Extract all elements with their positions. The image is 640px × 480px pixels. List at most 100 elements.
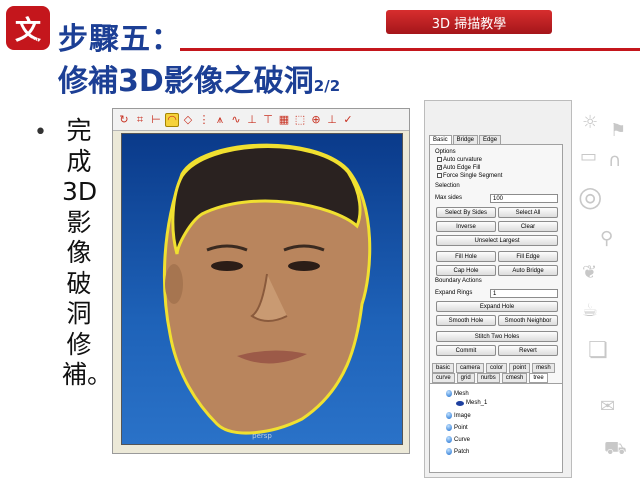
checkbox-auto-curvature[interactable]: Auto curvature	[437, 157, 482, 163]
vertical-text: 完 成 3D 影 像 破 洞 修 補。	[62, 116, 113, 391]
clear-button[interactable]: Clear	[498, 221, 558, 232]
shape-icon[interactable]: ◇	[181, 113, 195, 127]
revert-button[interactable]: Revert	[498, 345, 558, 356]
expand-hole-button[interactable]: Expand Hole	[436, 301, 558, 312]
cart-icon: ⛟	[604, 438, 627, 459]
tab-curve[interactable]: curve	[432, 373, 455, 383]
tree-item-image[interactable]: Image	[446, 412, 471, 419]
inverse-button[interactable]: Inverse	[436, 221, 496, 232]
char: 成	[66, 146, 92, 176]
max-sides-input[interactable]: 100	[490, 194, 558, 203]
hole-tool-panel: Basic Bridge Edge Options Auto curvature…	[424, 100, 572, 478]
sun-icon: ☼	[582, 112, 599, 133]
fill-hole-button[interactable]: Fill Hole	[436, 251, 496, 262]
options-label: Options	[435, 149, 456, 155]
path-icon[interactable]: ∿	[229, 113, 243, 127]
image-icon	[446, 412, 452, 419]
viewport-label: persp	[252, 432, 272, 440]
tab-nurbs[interactable]: nurbs	[476, 373, 500, 383]
char: 3D	[62, 177, 98, 206]
check-icon[interactable]: ✓	[341, 113, 355, 127]
cap-hole-button[interactable]: Cap Hole	[436, 265, 496, 276]
header-divider	[180, 48, 640, 51]
cup-icon: ☕	[582, 300, 599, 321]
smooth-hole-button[interactable]: Smooth Hole	[436, 315, 496, 326]
char: 破	[66, 268, 92, 298]
tree-item-mesh[interactable]: Mesh	[446, 390, 469, 397]
tree-item-curve[interactable]: Curve	[446, 436, 470, 443]
select-icon[interactable]: ⊢	[149, 113, 163, 127]
char: 補。	[62, 360, 113, 389]
headphones-icon: ∩	[608, 150, 622, 171]
select-by-sides-button[interactable]: Select By Sides	[436, 207, 496, 218]
bicycle-icon: ⚲	[600, 228, 614, 249]
expand-rings-label: Expand Rings	[435, 290, 473, 296]
course-banner: 3D 掃描教學	[386, 10, 552, 34]
mesh-icon	[446, 390, 452, 397]
unselect-largest-button[interactable]: Unselect Largest	[436, 235, 558, 246]
tab-color[interactable]: color	[486, 363, 508, 373]
tab-camera[interactable]: camera	[456, 363, 485, 373]
title-main: 修補3D影像之破洞	[58, 64, 314, 99]
disc-icon: ◎	[578, 180, 603, 213]
lasso-icon[interactable]: ◠	[165, 112, 179, 127]
bullet: •	[34, 120, 47, 145]
tab-cmesh[interactable]: cmesh	[501, 373, 528, 383]
bottom-tabs-row-1: basic camera color point mesh	[432, 363, 556, 373]
message-icon: ✉	[600, 396, 616, 417]
expand-rings-input[interactable]: 1	[490, 289, 558, 298]
3d-viewport[interactable]: persp	[121, 133, 403, 445]
folder-icon: ▭	[580, 146, 598, 167]
leaf-icon: ❦	[582, 262, 598, 283]
char: 完	[66, 116, 92, 145]
stitch-two-holes-button[interactable]: Stitch Two Holes	[436, 331, 558, 342]
flag-icon: ⚑	[610, 120, 627, 141]
patch-icon	[446, 448, 452, 455]
node-icon[interactable]: ⊥	[245, 113, 259, 127]
face-scan	[162, 143, 372, 435]
char: 影	[66, 207, 92, 237]
point-icon[interactable]: ⋮	[197, 113, 211, 127]
select-all-button[interactable]: Select All	[498, 207, 558, 218]
bottom-tabs-row-2: curve grid nurbs cmesh tree	[432, 373, 549, 383]
char: 修	[66, 329, 92, 359]
rotate-icon[interactable]: ↻	[117, 113, 131, 127]
app-window: ↻ ⌗ ⊢ ◠ ◇ ⋮ ⩚ ∿ ⊥ ⊤ ▦ ⬚ ⊕ ⊥ ✓ persp	[112, 108, 410, 454]
frame-icon[interactable]: ⬚	[293, 113, 307, 127]
grid-icon[interactable]: ▦	[277, 113, 291, 127]
cut-icon[interactable]: ⊤	[261, 113, 275, 127]
char: 洞	[66, 299, 92, 328]
tree-item-mesh-1[interactable]: Mesh_1	[456, 400, 487, 406]
auto-bridge-button[interactable]: Auto Bridge	[498, 265, 558, 276]
slide: 文 創 步驟五： 修補3D影像之破洞2/2 3D 掃描教學 • 完 成 3D 影…	[0, 0, 640, 480]
crop-icon[interactable]: ⌗	[133, 113, 147, 127]
fill-edge-button[interactable]: Fill Edge	[498, 251, 558, 262]
pin-icon[interactable]: ⊥	[325, 113, 339, 127]
checkbox-auto-edge-fill[interactable]: ✓Auto Edge Fill	[437, 165, 480, 171]
smooth-neighbor-button[interactable]: Smooth Neighbor	[498, 315, 558, 326]
title-fraction: 2/2	[313, 77, 341, 95]
char: 像	[66, 238, 92, 267]
curve-icon	[446, 436, 452, 443]
tab-mesh[interactable]: mesh	[532, 363, 555, 373]
logo-sub: 創	[28, 39, 38, 49]
tree-item-patch[interactable]: Patch	[446, 448, 469, 455]
point-icon	[446, 424, 452, 431]
selection-label: Selection	[435, 183, 460, 189]
tab-basic-lower[interactable]: basic	[432, 363, 455, 373]
move-icon[interactable]: ⊕	[309, 113, 323, 127]
tab-grid[interactable]: grid	[456, 373, 475, 383]
title-line-1: 步驟五：	[58, 22, 182, 57]
scene-tree: Mesh Mesh_1 Image Point Curve Patch	[429, 383, 563, 473]
book-icon: ❏	[588, 338, 608, 363]
commit-button[interactable]: Commit	[436, 345, 496, 356]
tree-item-point[interactable]: Point	[446, 424, 468, 431]
boundary-actions-label: Boundary Actions	[435, 278, 482, 284]
eye-icon	[456, 400, 464, 406]
tab-point[interactable]: point	[509, 363, 531, 373]
max-sides-label: Max sides	[435, 195, 463, 201]
checkbox-force-single-segment[interactable]: Force Single Segment	[437, 173, 502, 179]
edge-icon[interactable]: ⩚	[213, 113, 227, 127]
tab-tree[interactable]: tree	[529, 373, 548, 383]
title-line-2: 修補3D影像之破洞2/2	[58, 56, 340, 100]
